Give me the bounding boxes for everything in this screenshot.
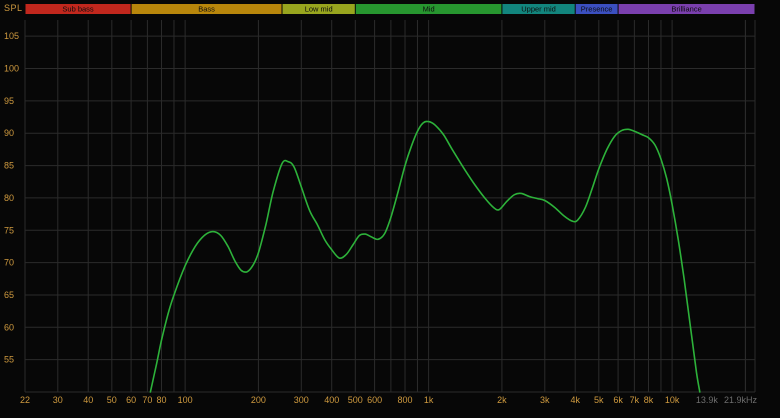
x-tick-label: 600 xyxy=(367,395,382,405)
x-tick-label: 10k xyxy=(665,395,680,405)
spl-axis-title: SPL xyxy=(4,3,23,13)
band-label: Sub bass xyxy=(62,5,94,14)
x-tick-label: 50 xyxy=(107,395,117,405)
spl-analyzer: SPL Sub bass Bass Low mid Mid Upper mid Prese… xyxy=(0,0,780,418)
y-tick-label: 95 xyxy=(4,96,14,106)
y-tick-label: 90 xyxy=(4,128,14,138)
y-tick-label: 75 xyxy=(4,225,14,235)
x-tick-label: 300 xyxy=(294,395,309,405)
x-tick-label: 21.9kHz xyxy=(724,395,758,405)
y-tick-label: 80 xyxy=(4,193,14,203)
spl-chart: Sub bass Bass Low mid Mid Upper mid Presence B… xyxy=(4,4,758,405)
x-tick-label: 1k xyxy=(424,395,434,405)
x-tick-label: 30 xyxy=(53,395,63,405)
band-label: Presence xyxy=(581,5,613,14)
x-tick-label: 200 xyxy=(251,395,266,405)
x-tick-label: 70 xyxy=(142,395,152,405)
band-label: Bass xyxy=(198,5,215,14)
x-tick-label: 7k xyxy=(630,395,640,405)
band-label: Low mid xyxy=(305,5,333,14)
x-tick-label: 800 xyxy=(397,395,412,405)
y-tick-label: 70 xyxy=(4,258,14,268)
spl-curve xyxy=(149,120,701,393)
x-tick-label: 500 xyxy=(348,395,363,405)
x-tick-label: 60 xyxy=(126,395,136,405)
band-label: Mid xyxy=(423,5,435,14)
y-tick-label: 85 xyxy=(4,161,14,171)
band-label: Upper mid xyxy=(521,5,556,14)
x-tick-label: 6k xyxy=(613,395,623,405)
y-tick-label: 105 xyxy=(4,31,19,41)
band-label: Brilliance xyxy=(671,5,701,14)
y-tick-label: 65 xyxy=(4,290,14,300)
x-tick-label: 2k xyxy=(497,395,507,405)
x-tick-label: 80 xyxy=(157,395,167,405)
y-tick-label: 100 xyxy=(4,64,19,74)
x-tick-label: 13.9k xyxy=(696,395,719,405)
x-tick-label: 400 xyxy=(324,395,339,405)
y-tick-label: 55 xyxy=(4,355,14,365)
x-tick-label: 40 xyxy=(83,395,93,405)
x-tick-label: 100 xyxy=(178,395,193,405)
x-tick-label: 4k xyxy=(570,395,580,405)
x-tick-label: 5k xyxy=(594,395,604,405)
y-tick-label: 60 xyxy=(4,322,14,332)
x-tick-label: 22 xyxy=(20,395,30,405)
x-tick-label: 3k xyxy=(540,395,550,405)
x-tick-label: 8k xyxy=(644,395,654,405)
